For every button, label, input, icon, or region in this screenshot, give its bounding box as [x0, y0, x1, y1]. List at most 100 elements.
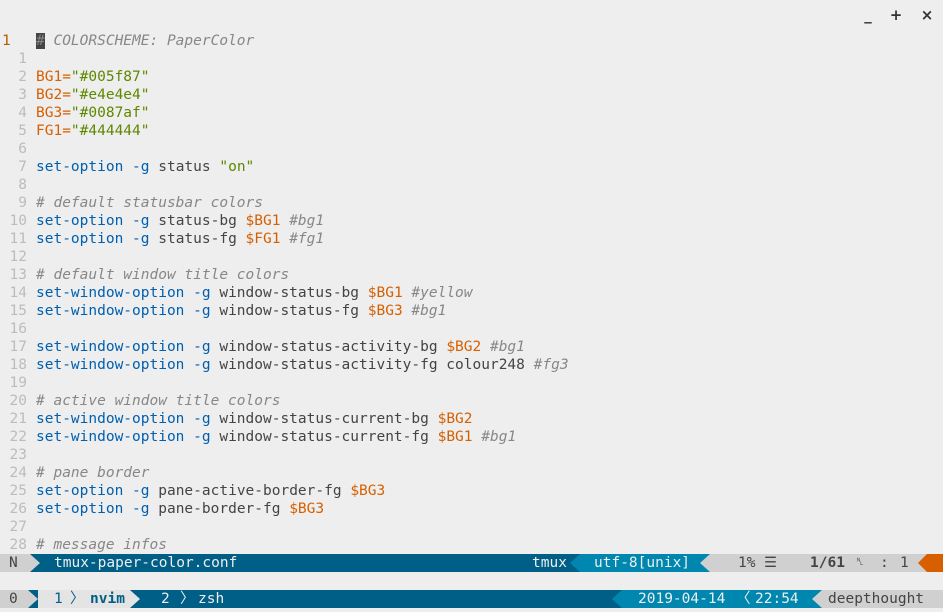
line-number: 19: [9, 375, 27, 391]
code-text: set-option -g pane-border-fg $BG3: [36, 500, 324, 518]
code-token: window-status-fg: [210, 303, 368, 319]
code-line[interactable]: 16: [0, 320, 943, 338]
code-line[interactable]: 23: [0, 446, 943, 464]
window-tab-nvim-name[interactable]: nvim: [90, 590, 125, 608]
minimize-button[interactable]: _: [857, 5, 879, 25]
code-token: status-fg: [149, 231, 246, 247]
code-text: BG3="#0087af": [36, 104, 150, 122]
code-token: #fg3: [533, 357, 569, 373]
code-line[interactable]: 22 set-window-option -g window-status-cur…: [0, 428, 943, 446]
chevron-right-icon: 〉: [180, 591, 195, 607]
code-line[interactable]: 9 # default statusbar colors: [0, 194, 943, 212]
line-number: 4: [18, 105, 27, 121]
code-token: # default statusbar colors: [36, 195, 263, 211]
code-token: status-bg: [149, 213, 246, 229]
code-token: BG1=: [36, 69, 71, 85]
code-line[interactable]: 2 BG1="#005f87": [0, 68, 943, 86]
code-line[interactable]: 25 set-option -g pane-active-border-fg $B…: [0, 482, 943, 500]
line-number: 5: [18, 123, 27, 139]
code-line[interactable]: 28 # message infos: [0, 536, 943, 554]
code-text: set-window-option -g window-status-curre…: [36, 428, 516, 446]
code-line[interactable]: 1: [0, 50, 943, 68]
line-number-icon: ␤: [856, 557, 864, 568]
code-line[interactable]: 4 BG3="#0087af": [0, 104, 943, 122]
code-token: # message infos: [36, 537, 167, 553]
session-name[interactable]: 0: [9, 590, 18, 608]
code-line[interactable]: 10 set-option -g status-bg $BG1 #bg1: [0, 212, 943, 230]
code-token: -g: [132, 501, 150, 517]
command-line[interactable]: [0, 572, 943, 590]
code-text: # default statusbar colors: [36, 194, 263, 212]
window-tab-zsh-index[interactable]: 2: [161, 590, 170, 608]
code-token: window-status-current-fg: [210, 429, 438, 445]
line-number: 20: [9, 393, 27, 409]
code-token: set-option: [36, 483, 124, 499]
chevron-left-icon: 〈: [736, 591, 751, 607]
code-line[interactable]: 19: [0, 374, 943, 392]
status-date: 2019-04-14: [638, 591, 726, 607]
code-line[interactable]: 17 set-window-option -g window-status-act…: [0, 338, 943, 356]
code-text: FG1="#444444": [36, 122, 150, 140]
code-line[interactable]: 21 set-window-option -g window-status-cur…: [0, 410, 943, 428]
code-line[interactable]: 6: [0, 140, 943, 158]
code-line[interactable]: 8: [0, 176, 943, 194]
code-token: "#0087af": [70, 105, 150, 121]
close-button[interactable]: ×: [916, 5, 938, 25]
code-token: $BG2: [446, 339, 482, 355]
code-line[interactable]: 18 set-window-option -g window-status-act…: [0, 356, 943, 374]
code-line[interactable]: 13 # default window title colors: [0, 266, 943, 284]
code-token: set-window-option: [36, 285, 185, 301]
text-cursor: #: [36, 33, 45, 49]
code-token: pane-border-fg: [149, 501, 290, 517]
code-token: $BG1: [245, 213, 281, 229]
session-separator-arrow: [28, 590, 38, 608]
code-line[interactable]: 27: [0, 518, 943, 536]
window-tab-nvim-index[interactable]: 1: [54, 590, 63, 608]
code-line[interactable]: 15 set-window-option -g window-status-fg …: [0, 302, 943, 320]
code-token: COLORSCHEME: PaperColor: [44, 33, 255, 49]
window-tab-zsh-name[interactable]: zsh: [198, 590, 224, 608]
code-text: # COLORSCHEME: PaperColor: [36, 32, 254, 50]
warning-arrow-icon: [918, 554, 927, 572]
editor-buffer[interactable]: 1 # COLORSCHEME: PaperColor 1 2 BG1="#005f87…: [0, 32, 943, 554]
code-token: -g: [193, 429, 211, 445]
date-separator-arrow: [612, 590, 622, 608]
line-number: 15: [9, 303, 27, 319]
code-token: set-window-option: [36, 411, 185, 427]
code-line[interactable]: 5 FG1="#444444": [0, 122, 943, 140]
code-line[interactable]: 14 set-window-option -g window-status-bg …: [0, 284, 943, 302]
code-line[interactable]: 20 # active window title colors: [0, 392, 943, 410]
code-token: $FG1: [245, 231, 281, 247]
code-line[interactable]: 3 BG2="#e4e4e4": [0, 86, 943, 104]
scroll-percent: 1%: [738, 555, 756, 571]
code-line[interactable]: 1 # COLORSCHEME: PaperColor: [0, 32, 943, 50]
code-token: #yellow: [411, 285, 473, 301]
encoding-separator-arrow: [570, 554, 580, 572]
code-token: "on": [219, 159, 255, 175]
code-line[interactable]: 24 # pane border: [0, 464, 943, 482]
code-token: FG1=: [36, 123, 71, 139]
column-separator: :: [880, 555, 889, 571]
hostname-separator-arrow: [812, 590, 822, 608]
maximize-button[interactable]: +: [885, 5, 907, 25]
code-line[interactable]: 12: [0, 248, 943, 266]
code-token: BG3=: [36, 105, 71, 121]
window-titlebar: _ + ×: [0, 0, 943, 32]
line-number: 7: [18, 159, 27, 175]
code-token: -g: [132, 231, 150, 247]
code-token: window-status-activity-bg: [210, 339, 447, 355]
line-number: 22: [9, 429, 27, 445]
line-number: 8: [18, 177, 27, 193]
code-line[interactable]: 7 set-option -g status "on": [0, 158, 943, 176]
code-line[interactable]: 11 set-option -g status-fg $FG1 #fg1: [0, 230, 943, 248]
code-token: #bg1: [411, 303, 447, 319]
code-text: BG1="#005f87": [36, 68, 150, 86]
code-line[interactable]: 26 set-option -g pane-border-fg $BG3: [0, 500, 943, 518]
tmux-statusbar: 0 1 〉 nvim 2 〉 zsh 2019-04-14 〈 22:54 de…: [0, 590, 943, 608]
line-position: 1/61: [810, 555, 845, 571]
column-number: 1: [900, 555, 909, 571]
